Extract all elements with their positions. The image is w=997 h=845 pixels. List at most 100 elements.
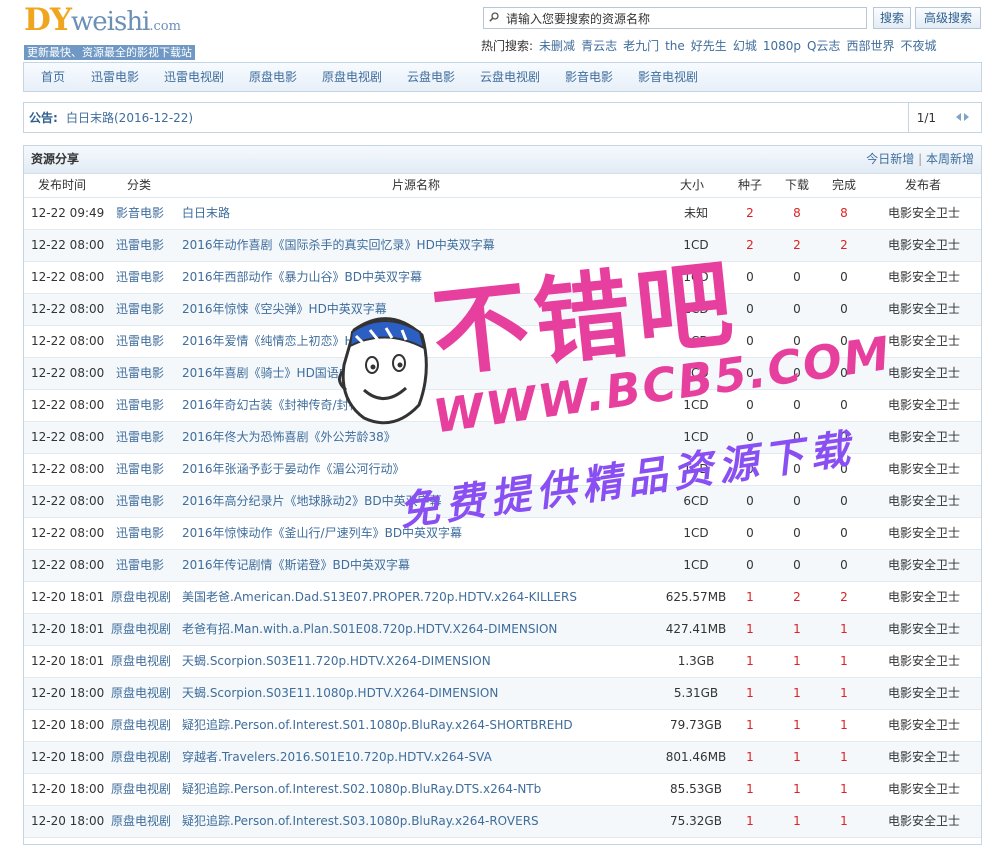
- row-completed: 0: [840, 526, 848, 540]
- hot-search-term[interactable]: 不夜城: [900, 39, 936, 53]
- row-category-link[interactable]: 影音电影: [111, 198, 169, 229]
- row-name-link[interactable]: 2016年喜剧《骑士》HD国语中字: [182, 358, 363, 389]
- row-category-link[interactable]: 迅雷电影: [111, 486, 169, 517]
- row-publisher: 电影安全卫士: [887, 622, 960, 636]
- search-input[interactable]: [506, 10, 861, 26]
- next-arrow-icon[interactable]: [964, 113, 969, 121]
- nav-yingyin-movie[interactable]: 影音电影: [565, 63, 613, 92]
- hot-search-term[interactable]: Q云志: [807, 39, 840, 53]
- row-category-link[interactable]: 原盘电视剧: [111, 806, 171, 837]
- row-name-link[interactable]: 天蝎.Scorpion.S03E11.1080p.HDTV.X264-DIMEN…: [182, 678, 498, 709]
- table-row: 12-20 18:00 原盘电视剧疑犯追踪.Person.of.Interest.…: [24, 774, 981, 806]
- row-category-link[interactable]: 原盘电视剧: [111, 678, 171, 709]
- nav-yingyin-tv[interactable]: 影音电视剧: [638, 63, 698, 92]
- row-downloads: 0: [793, 398, 801, 412]
- row-name-link[interactable]: 2016年奇幻古装《封神传奇/封神榜》BD: [182, 390, 402, 421]
- nav-cloud-tv[interactable]: 云盘电视剧: [480, 63, 540, 92]
- hot-search-term[interactable]: 1080p: [763, 39, 801, 53]
- col-time[interactable]: 发布时间: [38, 174, 86, 197]
- col-seeds[interactable]: 种子: [738, 174, 762, 197]
- row-name-link[interactable]: 2016年惊悚《空尖弹》HD中英双字幕: [182, 294, 387, 325]
- nav-xunlei-tv[interactable]: 迅雷电视剧: [164, 63, 224, 92]
- row-category-link[interactable]: 迅雷电影: [111, 518, 169, 549]
- row-name-link[interactable]: 美国老爸.American.Dad.S13E07.PROPER.720p.HDT…: [182, 582, 577, 613]
- nav-bluray-movie[interactable]: 原盘电影: [249, 63, 297, 92]
- row-name-link[interactable]: 穿越者.Travelers.2016.S01E10.720p.HDTV.x264…: [182, 742, 492, 773]
- row-publisher: 电影安全卫士: [887, 526, 960, 540]
- row-category-link[interactable]: 迅雷电影: [111, 550, 169, 581]
- col-category[interactable]: 分类: [127, 174, 151, 197]
- nav-bluray-tv[interactable]: 原盘电视剧: [322, 63, 382, 92]
- row-category-link[interactable]: 迅雷电影: [111, 294, 169, 325]
- row-seeds: 1: [746, 622, 754, 636]
- row-category-link[interactable]: 迅雷电影: [111, 262, 169, 293]
- row-downloads: 0: [793, 494, 801, 508]
- row-name-link[interactable]: 2016年西部动作《暴力山谷》BD中英双字幕: [182, 262, 422, 293]
- row-category-link[interactable]: 原盘电视剧: [111, 582, 171, 613]
- row-category-link[interactable]: 迅雷电影: [111, 422, 169, 453]
- row-name-link[interactable]: 疑犯追踪.Person.of.Interest.S02.1080p.BluRay…: [182, 774, 541, 805]
- hot-search-term[interactable]: 老九门: [623, 39, 659, 53]
- row-name-link[interactable]: 老爸有招.Man.with.a.Plan.S01E08.720p.HDTV.X2…: [182, 614, 557, 645]
- row-name-link[interactable]: 2016年张涵予彭于晏动作《湄公河行动》: [182, 454, 405, 485]
- row-category-link[interactable]: 原盘电视剧: [111, 614, 171, 645]
- hot-search-bar: 热门搜索: 未删减 青云志 老九门 the 好先生 幻城 1080p Q云志 西部世界 不夜城: [481, 37, 936, 54]
- row-size: 72.04GB: [656, 838, 736, 844]
- notice-link[interactable]: 白日末路(2016-12-22): [66, 103, 193, 133]
- row-name-link[interactable]: 白日末路: [182, 198, 230, 229]
- row-category-link[interactable]: 原盘电视剧: [111, 742, 171, 773]
- row-name-link[interactable]: 疑犯追踪.Person.of.Interest.S03.1080p.BluRay…: [182, 806, 539, 837]
- advanced-search-button[interactable]: 高级搜索: [915, 7, 981, 29]
- row-category-link[interactable]: 迅雷电影: [111, 454, 169, 485]
- row-publisher: 电影安全卫士: [887, 782, 960, 796]
- col-size[interactable]: 大小: [680, 174, 704, 197]
- row-category-link[interactable]: 原盘电视剧: [111, 774, 171, 805]
- row-name-link[interactable]: 2016年爱情《纯情恋上初恋》HD中英双字幕: [182, 326, 423, 357]
- col-completed[interactable]: 完成: [832, 174, 856, 197]
- row-category-link[interactable]: 迅雷电影: [111, 390, 169, 421]
- notice-bar: 公告: 白日末路(2016-12-22) 1/1: [23, 102, 982, 133]
- row-publisher: 电影安全卫士: [887, 270, 960, 284]
- row-publisher: 电影安全卫士: [887, 590, 960, 604]
- hot-search-term[interactable]: 幻城: [733, 39, 757, 53]
- row-category-link[interactable]: 迅雷电影: [111, 358, 169, 389]
- hot-search-term[interactable]: 未删减: [539, 39, 575, 53]
- nav-xunlei-movie[interactable]: 迅雷电影: [91, 63, 139, 92]
- hot-search-term[interactable]: the: [665, 39, 685, 53]
- row-completed: 8: [840, 206, 848, 220]
- row-publisher: 电影安全卫士: [887, 462, 960, 476]
- row-category-link[interactable]: 原盘电视剧: [111, 646, 171, 677]
- table-row: 12-22 08:00 迅雷电影 2016年惊悚动作《釜山行/尸速列车》BD中英双字…: [24, 518, 981, 550]
- row-category-link[interactable]: 原盘电视剧: [111, 710, 171, 741]
- prev-arrow-icon[interactable]: [956, 113, 961, 121]
- search-button[interactable]: 搜索: [873, 7, 911, 29]
- row-name-link[interactable]: 2016年高分纪录片《地球脉动2》BD中英双字幕: [182, 486, 442, 517]
- week-new-link[interactable]: 本周新增: [926, 152, 974, 166]
- hot-search-term[interactable]: 青云志: [581, 39, 617, 53]
- row-name-link[interactable]: 2016年佟大为恐怖喜剧《外公芳龄38》: [182, 422, 396, 453]
- nav-home[interactable]: 首页: [41, 63, 65, 92]
- table-row: 12-22 08:00 迅雷电影 2016年惊悚《空尖弹》HD中英双字幕 1CD 0 0 0…: [24, 294, 981, 326]
- row-name-link[interactable]: 天蝎.Scorpion.S03E11.720p.HDTV.X264-DIMENS…: [182, 646, 491, 677]
- nav-cloud-movie[interactable]: 云盘电影: [407, 63, 455, 92]
- row-name-link[interactable]: 2016年动作喜剧《国际杀手的真实回忆录》HD中英双字幕: [182, 230, 495, 261]
- hot-search-term[interactable]: 好先生: [691, 39, 727, 53]
- col-name[interactable]: 片源名称: [392, 174, 440, 197]
- row-publisher: 电影安全卫士: [887, 558, 960, 572]
- row-name-link[interactable]: 2016年惊悚动作《釜山行/尸速列车》BD中英双字幕: [182, 518, 462, 549]
- site-logo[interactable]: DYweishi.com 更新最快、资源最全的影视下载站: [24, 4, 214, 60]
- today-new-link[interactable]: 今日新增: [866, 152, 914, 166]
- row-name-link[interactable]: 疑犯追踪.Person.of.Interest.S04.1080p.BluRay…: [182, 838, 539, 844]
- row-name-link[interactable]: 2016年传记剧情《斯诺登》BD中英双字幕: [182, 550, 410, 581]
- col-publisher[interactable]: 发布者: [905, 174, 941, 197]
- main-nav: 首页 迅雷电影 迅雷电视剧 原盘电影 原盘电视剧 云盘电影 云盘电视剧 影音电影…: [23, 62, 982, 92]
- row-category-link[interactable]: 迅雷电影: [111, 230, 169, 261]
- resource-panel: 资源分享 今日新增 | 本周新增 发布时间 分类 片源名称 大小 种子 下载 完…: [23, 145, 982, 845]
- row-category-link[interactable]: 迅雷电影: [111, 326, 169, 357]
- row-name-link[interactable]: 疑犯追踪.Person.of.Interest.S01.1080p.BluRay…: [182, 710, 573, 741]
- col-downloads[interactable]: 下载: [785, 174, 809, 197]
- row-completed: 0: [840, 398, 848, 412]
- row-category-link[interactable]: 原盘电视剧: [111, 838, 169, 844]
- row-time: 12-22 08:00: [31, 334, 105, 348]
- hot-search-term[interactable]: 西部世界: [846, 39, 894, 53]
